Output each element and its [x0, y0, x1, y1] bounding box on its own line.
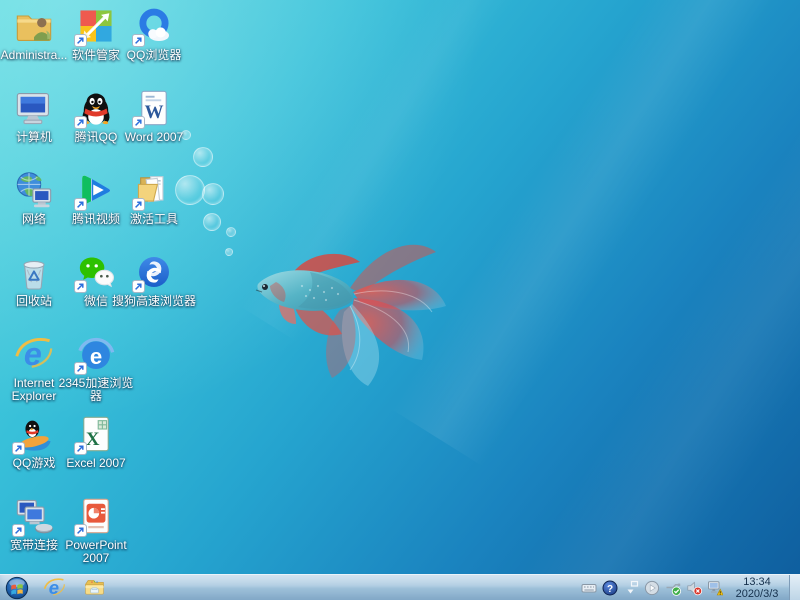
- administrator-folder-icon: [14, 6, 54, 46]
- desktop-icon-label: 2345加速浏览器: [58, 376, 134, 403]
- tencent-video-icon: [74, 170, 116, 211]
- taskbar: e ? 13:34 2020/3/3: [0, 574, 800, 600]
- activation-tools-icon: [132, 170, 174, 211]
- powerpoint-2007-icon: [74, 496, 116, 537]
- tencent-qq-icon: [74, 88, 116, 129]
- svg-text:W: W: [145, 102, 164, 123]
- desktop-icon-qq-browser[interactable]: QQ浏览器: [122, 6, 186, 62]
- desktop-icons: Administra... 软件管家 QQ浏览器 计算机 腾讯QQ W Word 2007 网…: [0, 0, 800, 600]
- shortcut-arrow-icon: [132, 34, 145, 47]
- internet-explorer-taskbar[interactable]: e: [34, 575, 74, 600]
- shortcut-arrow-icon: [74, 116, 87, 129]
- shortcut-arrow-icon: [12, 442, 25, 455]
- network-icon: [14, 170, 54, 210]
- qq-browser-icon: [132, 6, 174, 47]
- clock-date: 2020/3/3: [735, 587, 779, 600]
- shortcut-arrow-icon: [132, 116, 145, 129]
- file-explorer-taskbar[interactable]: [74, 575, 114, 600]
- show-desktop-button[interactable]: [789, 574, 800, 600]
- desktop-icon-2345-browser[interactable]: e 2345加速浏览器: [59, 334, 133, 403]
- desktop-icon-activation-tools[interactable]: 激活工具: [122, 170, 186, 226]
- word-2007-icon: W: [132, 88, 174, 129]
- shortcut-arrow-icon: [12, 524, 25, 537]
- show-hidden-icons[interactable]: [623, 580, 639, 596]
- network-warning-icon[interactable]: [707, 580, 723, 596]
- system-tray: ?: [581, 580, 727, 596]
- svg-text:?: ?: [607, 583, 613, 594]
- desktop-icon-label: Word 2007: [124, 130, 184, 144]
- volume-muted-icon[interactable]: [686, 580, 702, 596]
- qq-games-icon: [12, 414, 54, 455]
- svg-text:e: e: [90, 344, 102, 369]
- autoplay-icon[interactable]: [644, 580, 660, 596]
- help-icon[interactable]: ?: [602, 580, 618, 596]
- desktop-icon-excel-2007[interactable]: X Excel 2007: [64, 414, 128, 470]
- broadband-connection-icon: [12, 496, 54, 537]
- shortcut-arrow-icon: [132, 198, 145, 211]
- desktop-icon-powerpoint-2007[interactable]: PowerPoint 2007: [64, 496, 128, 565]
- start-button[interactable]: [0, 575, 34, 600]
- recycle-bin-icon: [14, 252, 54, 292]
- shortcut-arrow-icon: [74, 524, 87, 537]
- computer-icon: [14, 88, 54, 128]
- 2345-browser-icon: e: [74, 334, 116, 375]
- excel-2007-icon: X: [74, 414, 116, 455]
- desktop-icon-label: 搜狗高速浏览器: [112, 294, 197, 308]
- clock-time: 13:34: [743, 575, 771, 588]
- desktop-icon-word-2007[interactable]: W Word 2007: [122, 88, 186, 144]
- svg-text:X: X: [86, 429, 100, 450]
- sogou-browser-icon: [132, 252, 174, 293]
- shortcut-arrow-icon: [132, 280, 145, 293]
- desktop-icon-label: Excel 2007: [66, 456, 126, 470]
- shortcut-arrow-icon: [74, 362, 87, 375]
- shortcut-arrow-icon: [74, 198, 87, 211]
- shortcut-arrow-icon: [74, 34, 87, 47]
- desktop-icon-label: 激活工具: [129, 212, 178, 226]
- taskbar-pinned-area: e: [34, 575, 114, 600]
- software-manager-icon: [74, 6, 116, 47]
- desktop-icon-sogou-browser[interactable]: 搜狗高速浏览器: [112, 252, 196, 308]
- desktop-icon-label: PowerPoint 2007: [65, 538, 127, 565]
- shortcut-arrow-icon: [74, 442, 87, 455]
- wechat-icon: [74, 252, 116, 293]
- desktop-icon-label: QQ浏览器: [126, 48, 182, 62]
- shortcut-arrow-icon: [74, 280, 87, 293]
- internet-explorer-icon: e: [14, 334, 54, 374]
- taskbar-clock[interactable]: 13:34 2020/3/3: [727, 576, 787, 600]
- ime-keyboard-icon[interactable]: [581, 580, 597, 596]
- safely-remove-hardware-icon[interactable]: [665, 580, 681, 596]
